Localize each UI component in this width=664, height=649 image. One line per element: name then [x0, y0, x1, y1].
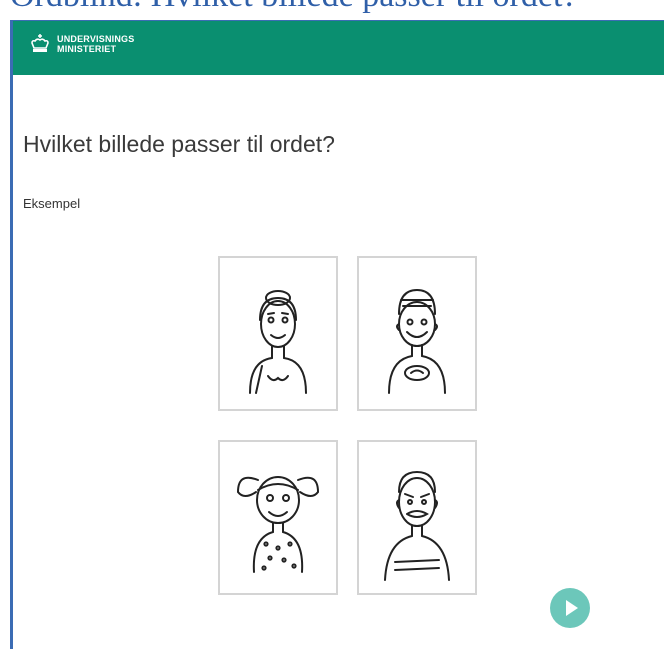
boy-portrait-icon [388, 288, 446, 394]
crown-icon [31, 34, 49, 52]
answer-option-1[interactable] [218, 256, 338, 411]
old-man-portrait-icon [384, 470, 450, 581]
logo-line-2: MINISTERIET [57, 44, 117, 54]
woman-portrait-icon [249, 290, 307, 394]
logo-text: UNDERVISNINGS MINISTERIET [57, 34, 134, 54]
answer-option-4[interactable] [357, 440, 477, 595]
next-button[interactable] [550, 588, 590, 628]
question-title: Hvilket billede passer til ordet? [23, 131, 335, 157]
example-label: Eksempel [23, 196, 81, 211]
page-caption: Ordblind: Hvilket billede passer til ord… [10, 0, 577, 13]
site-header: UNDERVISNINGS MINISTERIET [13, 21, 664, 75]
answer-option-3[interactable] [218, 440, 338, 595]
app-window: UNDERVISNINGS MINISTERIET Hvilket billed… [10, 20, 664, 649]
play-icon [566, 600, 578, 616]
girl-portrait-icon [236, 476, 320, 573]
logo-line-1: UNDERVISNINGS [57, 34, 135, 44]
answer-option-2[interactable] [357, 256, 477, 411]
ministry-logo[interactable]: UNDERVISNINGS MINISTERIET [29, 33, 134, 55]
